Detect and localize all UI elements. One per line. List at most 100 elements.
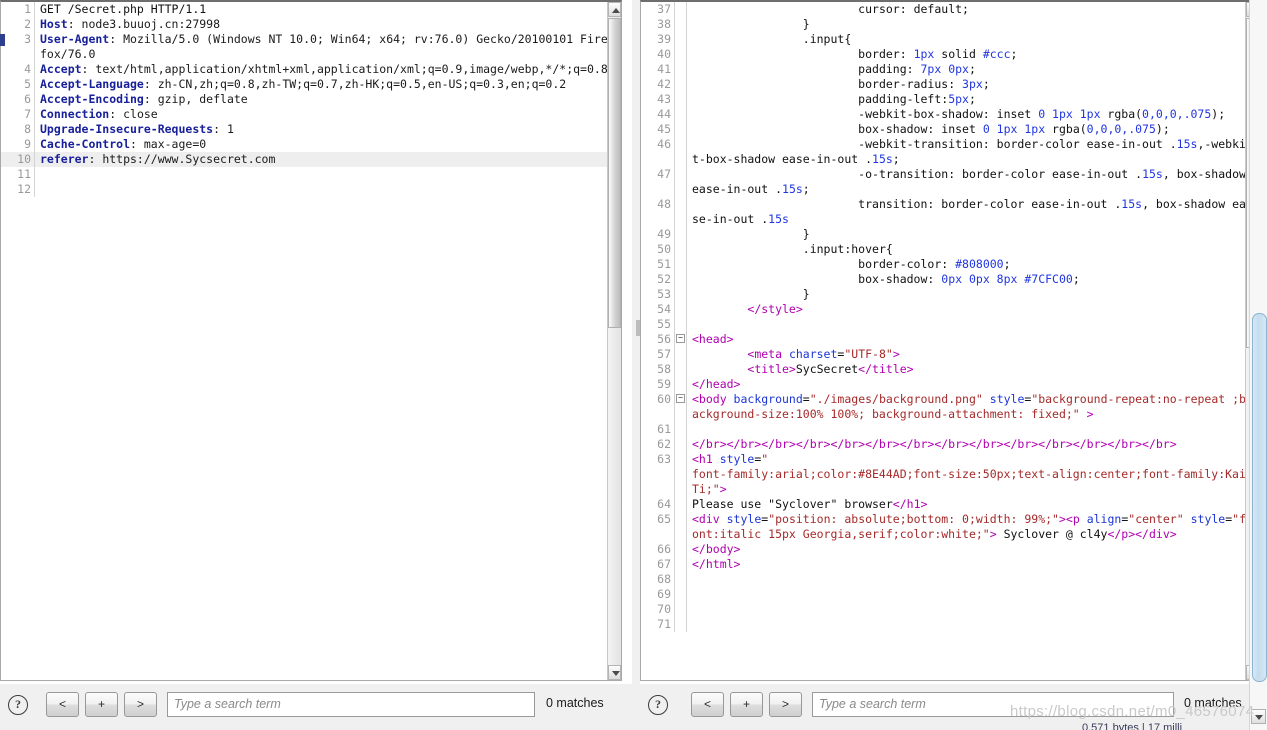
request-vertical-scrollbar[interactable] bbox=[607, 2, 621, 680]
code-text[interactable]: .input{ bbox=[687, 32, 1247, 47]
line-number: 55 bbox=[641, 317, 675, 332]
code-text[interactable]: GET /Secret.php HTTP/1.1 bbox=[35, 2, 609, 17]
code-text[interactable]: border-color: #808000; bbox=[687, 257, 1247, 272]
line-number: 54 bbox=[641, 302, 675, 317]
search-next-button[interactable]: > bbox=[124, 692, 157, 717]
scroll-down-arrow-icon[interactable] bbox=[608, 665, 621, 680]
code-text[interactable]: Accept-Language: zh-CN,zh;q=0.8,zh-TW;q=… bbox=[35, 77, 609, 92]
code-text[interactable]: cursor: default; bbox=[687, 2, 1247, 17]
left-edge-marker bbox=[0, 34, 5, 46]
scroll-up-arrow-icon[interactable] bbox=[608, 2, 621, 17]
code-line: 70 bbox=[641, 602, 1246, 617]
response-editor[interactable]: 37 cursor: default; 38 } 39 .input{40 bord… bbox=[640, 0, 1260, 681]
code-text[interactable]: </style> bbox=[687, 302, 1247, 317]
fold-gutter bbox=[674, 32, 687, 47]
search-prev-button[interactable]: < bbox=[46, 692, 79, 717]
code-line: 6 Accept-Encoding: gzip, deflate bbox=[1, 92, 608, 107]
code-text[interactable]: } bbox=[687, 17, 1247, 32]
help-icon[interactable]: ? bbox=[648, 695, 668, 715]
fold-toggle-icon[interactable]: − bbox=[674, 392, 687, 422]
line-number: 46 bbox=[641, 137, 675, 167]
code-text[interactable]: </head> bbox=[687, 377, 1247, 392]
code-text[interactable]: <head> bbox=[687, 332, 1247, 347]
request-pane: 1 GET /Secret.php HTTP/1.1 2 Host: node3.bu… bbox=[0, 0, 632, 730]
line-number: 53 bbox=[641, 287, 675, 302]
search-prev-button[interactable]: < bbox=[691, 692, 724, 717]
code-text[interactable]: -webkit-transition: border-color ease-in… bbox=[687, 137, 1247, 167]
code-text[interactable]: box-shadow: 0px 0px 8px #7CFC00; bbox=[687, 272, 1247, 287]
help-icon[interactable]: ? bbox=[8, 695, 28, 715]
search-add-button[interactable]: + bbox=[85, 692, 118, 717]
code-text[interactable]: border-radius: 3px; bbox=[687, 77, 1247, 92]
fold-gutter bbox=[674, 572, 687, 587]
code-text[interactable]: referer: https://www.Sycsecret.com bbox=[34, 152, 608, 167]
code-text[interactable]: -o-transition: border-color ease-in-out … bbox=[687, 167, 1247, 197]
search-input[interactable]: Type a search term bbox=[812, 692, 1174, 717]
code-text[interactable]: } bbox=[687, 287, 1247, 302]
search-add-button[interactable]: + bbox=[730, 692, 763, 717]
code-text[interactable] bbox=[687, 422, 1247, 437]
code-text[interactable]: <meta charset="UTF-8"> bbox=[687, 347, 1247, 362]
page-scrollbar-thumb[interactable] bbox=[1252, 313, 1267, 682]
request-editor[interactable]: 1 GET /Secret.php HTTP/1.1 2 Host: node3.bu… bbox=[0, 0, 622, 681]
line-number: 1 bbox=[1, 2, 35, 17]
code-text[interactable]: Cache-Control: max-age=0 bbox=[35, 137, 609, 152]
scrollbar-thumb[interactable] bbox=[608, 18, 621, 328]
code-text[interactable]: border: 1px solid #ccc; bbox=[687, 47, 1247, 62]
code-text[interactable]: </body> bbox=[687, 542, 1247, 557]
code-text[interactable] bbox=[35, 182, 609, 197]
code-text[interactable]: Accept-Encoding: gzip, deflate bbox=[35, 92, 609, 107]
code-text[interactable]: Connection: close bbox=[35, 107, 609, 122]
request-code-area[interactable]: 1 GET /Secret.php HTTP/1.1 2 Host: node3.bu… bbox=[1, 2, 608, 680]
code-text[interactable] bbox=[687, 617, 1247, 632]
code-text[interactable]: <body background="./images/background.pn… bbox=[687, 392, 1247, 422]
code-text[interactable]: } bbox=[687, 227, 1247, 242]
line-number: 66 bbox=[641, 542, 675, 557]
code-line: 71 bbox=[641, 617, 1246, 632]
line-number: 37 bbox=[641, 2, 675, 17]
line-number: 64 bbox=[641, 497, 675, 512]
fold-gutter bbox=[674, 107, 687, 122]
code-line: 3 User-Agent: Mozilla/5.0 (Windows NT 10.… bbox=[1, 32, 608, 62]
response-code-area[interactable]: 37 cursor: default; 38 } 39 .input{40 bord… bbox=[641, 2, 1246, 680]
code-text[interactable]: padding-left:5px; bbox=[687, 92, 1247, 107]
code-text[interactable]: <h1 style=" font-family:arial;color:#8E4… bbox=[687, 452, 1247, 497]
code-text[interactable]: </br></br></br></br></br></br></br></br>… bbox=[687, 437, 1247, 452]
line-number: 71 bbox=[641, 617, 675, 632]
code-text[interactable]: Please use "Syclover" browser</h1> bbox=[687, 497, 1247, 512]
pane-divider[interactable] bbox=[632, 0, 640, 730]
code-text[interactable]: transition: border-color ease-in-out .15… bbox=[687, 197, 1247, 227]
fold-gutter bbox=[674, 512, 687, 542]
code-line: 4 Accept: text/html,application/xhtml+xml… bbox=[1, 62, 608, 77]
code-text[interactable]: .input:hover{ bbox=[687, 242, 1247, 257]
code-text[interactable]: <div style="position: absolute;bottom: 0… bbox=[687, 512, 1246, 542]
fold-gutter bbox=[674, 587, 687, 602]
code-text[interactable] bbox=[687, 602, 1247, 617]
page-scroll-down-arrow-icon[interactable] bbox=[1251, 709, 1266, 724]
code-text[interactable]: box-shadow: inset 0 1px 1px rgba(0,0,0,.… bbox=[687, 122, 1247, 137]
code-text[interactable]: -webkit-box-shadow: inset 0 1px 1px rgba… bbox=[687, 107, 1247, 122]
code-line: 56− <head> bbox=[641, 332, 1246, 347]
search-next-button[interactable]: > bbox=[769, 692, 802, 717]
code-text[interactable]: <title>SycSecret</title> bbox=[687, 362, 1247, 377]
code-text[interactable]: </html> bbox=[687, 557, 1247, 572]
code-line: 55 bbox=[641, 317, 1246, 332]
line-number: 3 bbox=[1, 32, 35, 62]
code-text[interactable] bbox=[687, 587, 1247, 602]
line-number: 44 bbox=[641, 107, 675, 122]
code-line: 45 box-shadow: inset 0 1px 1px rgba(0,0,… bbox=[641, 122, 1246, 137]
code-text[interactable]: User-Agent: Mozilla/5.0 (Windows NT 10.0… bbox=[35, 32, 609, 62]
search-input[interactable]: Type a search term bbox=[167, 692, 535, 717]
code-text[interactable]: Host: node3.buuoj.cn:27998 bbox=[35, 17, 609, 32]
page-vertical-scrollbar[interactable] bbox=[1249, 0, 1267, 730]
code-text[interactable]: Accept: text/html,application/xhtml+xml,… bbox=[35, 62, 609, 77]
code-text[interactable] bbox=[35, 167, 609, 182]
code-line: 64 Please use "Syclover" browser</h1> bbox=[641, 497, 1246, 512]
fold-gutter bbox=[674, 377, 687, 392]
code-text[interactable] bbox=[687, 572, 1247, 587]
code-text[interactable]: padding: 7px 0px; bbox=[687, 62, 1247, 77]
code-text[interactable]: Upgrade-Insecure-Requests: 1 bbox=[35, 122, 609, 137]
fold-toggle-icon[interactable]: − bbox=[674, 332, 687, 347]
code-text[interactable] bbox=[687, 317, 1247, 332]
fold-gutter bbox=[674, 452, 687, 497]
